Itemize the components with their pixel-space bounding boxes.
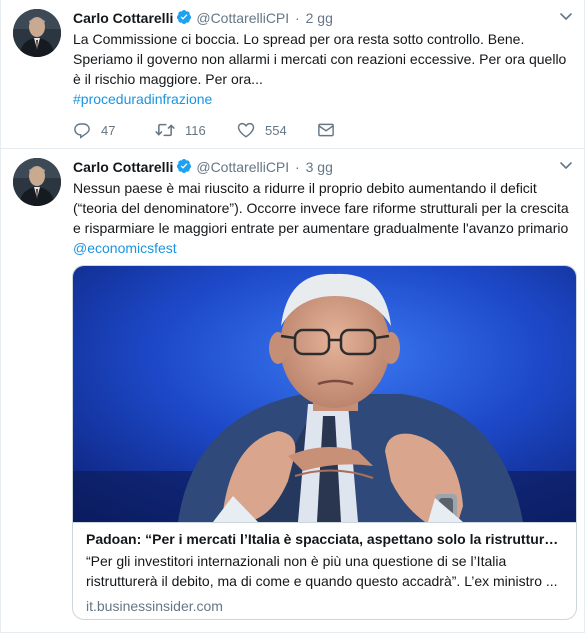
chevron-down-icon[interactable] [558,157,574,173]
chevron-down-icon[interactable] [558,8,574,24]
retweet-count: 116 [185,122,206,138]
separator: · [295,159,300,175]
verified-icon [176,9,192,30]
reply-button[interactable]: 47 [73,120,155,140]
separator: · [295,10,300,26]
tweet-body: Nessun paese è mai riuscito a ridurre il… [73,180,569,236]
hashtag-link[interactable]: #proceduradinfrazione [73,89,572,109]
avatar[interactable] [13,158,61,206]
tweet-actions: 47 116 554 [73,120,337,140]
avatar[interactable] [13,9,61,57]
verified-icon [176,158,192,179]
mention-link[interactable]: @economicsfest [73,238,572,258]
tweet-header: Carlo Cottarelli @CottarelliCPI · 2 gg [73,8,574,28]
tweet-header: Carlo Cottarelli @CottarelliCPI · 3 gg [73,157,574,177]
tweet-text: La Commissione ci boccia. Lo spread per … [73,29,572,109]
author-name[interactable]: Carlo Cottarelli [73,10,173,26]
card-image [73,266,576,523]
timestamp[interactable]: 2 gg [306,10,333,26]
author-handle[interactable]: @CottarelliCPI [196,10,289,26]
retweet-icon [155,121,175,139]
tweet[interactable]: Carlo Cottarelli @CottarelliCPI · 2 gg La… [1,0,584,149]
like-button[interactable]: 554 [237,120,317,140]
link-card[interactable]: Padoan: “Per i mercati l’Italia è spacci… [72,265,577,620]
heart-icon [237,121,255,139]
tweet[interactable]: Carlo Cottarelli @CottarelliCPI · 3 gg Ne… [1,149,584,633]
envelope-icon [317,121,335,139]
author-name[interactable]: Carlo Cottarelli [73,159,173,175]
tweet-body: La Commissione ci boccia. Lo spread per … [73,31,567,87]
timeline: Carlo Cottarelli @CottarelliCPI · 2 gg La… [0,0,585,633]
card-title: Padoan: “Per i mercati l’Italia è spacci… [86,531,559,547]
reply-count: 47 [101,122,116,138]
like-count: 554 [265,122,287,138]
card-description: “Per gli investitori internazionali non … [86,553,558,589]
timestamp[interactable]: 3 gg [306,159,333,175]
card-body: Padoan: “Per i mercati l’Italia è spacci… [86,529,564,616]
card-domain: it.businessinsider.com [86,598,223,614]
direct-message-button[interactable] [317,120,337,140]
author-handle[interactable]: @CottarelliCPI [196,159,289,175]
tweet-text: Nessun paese è mai riuscito a ridurre il… [73,178,572,258]
reply-icon [73,121,91,139]
retweet-button[interactable]: 116 [155,120,237,140]
